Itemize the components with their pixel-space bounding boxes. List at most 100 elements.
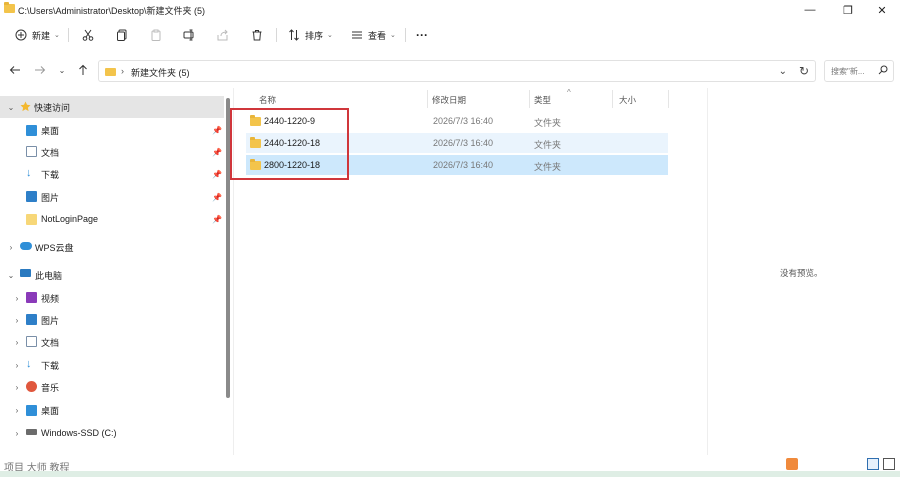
column-divider[interactable] xyxy=(529,90,530,108)
pin-icon[interactable]: 📌 xyxy=(212,215,222,224)
chevron-right-icon[interactable]: › xyxy=(6,243,16,252)
sidebar-item-label: 文档 xyxy=(41,337,60,348)
delete-button[interactable] xyxy=(250,24,264,46)
refresh-icon[interactable]: ↻ xyxy=(799,64,809,78)
chevron-right-icon[interactable]: › xyxy=(12,383,22,392)
file-date: 2026/7/3 16:40 xyxy=(433,138,494,148)
chevron-down-icon: ⌄ xyxy=(54,32,60,39)
breadcrumb-current-folder[interactable]: 新建文件夹 (5) xyxy=(131,66,190,79)
file-date: 2026/7/3 16:40 xyxy=(433,160,494,170)
sidebar-item-c-drive[interactable]: › Windows-SSD (C:) xyxy=(0,422,224,444)
sidebar-item-downloads-pc[interactable]: › ↓ 下载 xyxy=(0,354,224,376)
sidebar-item-wps-cloud[interactable]: › WPS云盘 xyxy=(0,236,224,258)
view-button[interactable]: 查看 ⌄ xyxy=(350,24,396,46)
file-type: 文件夹 xyxy=(534,140,562,150)
chevron-right-icon[interactable]: › xyxy=(12,316,22,325)
forward-arrow-icon[interactable] xyxy=(33,63,47,77)
drive-icon xyxy=(26,429,37,435)
sidebar-item-pictures[interactable]: 图片 📌 xyxy=(0,186,224,208)
annotation-highlight-box xyxy=(230,108,349,180)
sidebar-item-pictures-pc[interactable]: › 图片 xyxy=(0,309,224,331)
chevron-right-icon[interactable]: › xyxy=(12,406,22,415)
sidebar-item-music[interactable]: › 音乐 xyxy=(0,376,224,398)
pin-icon[interactable]: 📌 xyxy=(212,170,222,179)
address-bar[interactable]: › 新建文件夹 (5) ⌄ ↻ xyxy=(98,60,816,82)
chevron-down-icon: ⌄ xyxy=(327,32,333,39)
minimize-button[interactable]: — xyxy=(792,0,828,20)
sidebar-item-downloads[interactable]: ↓ 下载 📌 xyxy=(0,163,224,185)
chevron-down-icon[interactable]: ⌄ xyxy=(6,271,16,280)
folder-icon xyxy=(105,68,116,76)
chevron-right-icon[interactable]: › xyxy=(12,361,22,370)
column-header-type[interactable]: 类型 xyxy=(534,94,551,106)
share-button[interactable] xyxy=(216,24,230,46)
view-label: 查看 xyxy=(368,30,387,41)
column-divider[interactable] xyxy=(612,90,613,108)
pin-icon[interactable]: 📌 xyxy=(212,148,222,157)
sidebar-item-label: NotLoginPage xyxy=(41,214,99,224)
chevron-down-icon[interactable]: ⌄ xyxy=(6,103,16,112)
folder-icon xyxy=(4,2,15,13)
preview-divider[interactable] xyxy=(707,88,708,458)
tiles-view-icon[interactable] xyxy=(883,458,895,470)
sort-button[interactable]: 排序 ⌄ xyxy=(287,24,333,46)
no-preview-text: 没有预览。 xyxy=(780,268,823,278)
cut-button[interactable] xyxy=(81,24,95,46)
sidebar-item-label: WPS云盘 xyxy=(35,242,74,253)
sidebar-item-label: 桌面 xyxy=(41,405,60,416)
sidebar-item-label: 文档 xyxy=(41,147,60,158)
pin-icon[interactable]: 📌 xyxy=(212,193,222,202)
toolbar-separator xyxy=(276,28,277,42)
recent-locations-chevron-icon[interactable]: ⌄ xyxy=(55,63,69,77)
chevron-right-icon[interactable]: › xyxy=(12,338,22,347)
desktop-icon xyxy=(26,125,37,136)
sidebar-item-quick-access[interactable]: ⌄ 快速访问 xyxy=(0,96,224,118)
star-icon xyxy=(20,101,31,112)
search-box[interactable]: 搜索"新... xyxy=(824,60,894,82)
chevron-right-icon[interactable]: › xyxy=(12,429,22,438)
sidebar-item-documents-pc[interactable]: › 文档 xyxy=(0,331,224,353)
sidebar-item-videos[interactable]: › 视频 xyxy=(0,287,224,309)
column-divider[interactable] xyxy=(427,90,428,108)
rename-icon xyxy=(182,28,196,42)
sort-ascending-icon: ^ xyxy=(567,88,571,97)
paste-button[interactable] xyxy=(149,24,163,46)
app-badge-icon xyxy=(786,458,798,470)
more-options-button[interactable]: ··· xyxy=(416,24,428,46)
sidebar-item-this-pc[interactable]: ⌄ 此电脑 xyxy=(0,264,224,286)
column-header-date[interactable]: 修改日期 xyxy=(432,94,466,106)
bottom-border xyxy=(0,471,900,477)
column-divider[interactable] xyxy=(668,90,669,108)
file-type: 文件夹 xyxy=(534,162,562,172)
pin-icon[interactable]: 📌 xyxy=(212,126,222,135)
rename-button[interactable] xyxy=(182,24,196,46)
documents-icon xyxy=(26,336,37,347)
sidebar-item-documents[interactable]: 文档 📌 xyxy=(0,141,224,163)
sidebar-item-desktop[interactable]: 桌面 📌 xyxy=(0,119,224,141)
sidebar-item-label: 桌面 xyxy=(41,125,60,136)
chevron-right-icon[interactable]: › xyxy=(12,294,22,303)
new-button[interactable]: 新建 ⌄ xyxy=(14,24,60,46)
up-arrow-icon[interactable] xyxy=(76,63,90,77)
trash-icon xyxy=(250,28,264,42)
column-header-name[interactable]: 名称 xyxy=(259,94,276,106)
pictures-icon xyxy=(26,191,37,202)
search-icon[interactable] xyxy=(878,65,888,78)
scissors-icon xyxy=(81,28,95,42)
copy-button[interactable] xyxy=(115,24,129,46)
details-view-icon[interactable] xyxy=(867,458,879,470)
back-arrow-icon[interactable] xyxy=(8,63,22,77)
chevron-down-icon[interactable]: ⌄ xyxy=(779,66,787,77)
sidebar-item-notloginpage[interactable]: NotLoginPage 📌 xyxy=(0,208,224,230)
window-title: C:\Users\Administrator\Desktop\新建文件夹 (5) xyxy=(18,6,206,16)
videos-icon xyxy=(26,292,37,303)
maximize-button[interactable]: ❐ xyxy=(830,0,866,20)
column-header-size[interactable]: 大小 xyxy=(619,94,636,106)
close-button[interactable]: ✕ xyxy=(864,0,900,20)
new-label: 新建 xyxy=(32,30,51,41)
toolbar-separator xyxy=(68,28,69,42)
sidebar-item-label: Windows-SSD (C:) xyxy=(41,428,117,438)
file-date: 2026/7/3 16:40 xyxy=(433,116,494,126)
sidebar-item-desktop-pc[interactable]: › 桌面 xyxy=(0,399,224,421)
share-icon xyxy=(216,28,230,42)
